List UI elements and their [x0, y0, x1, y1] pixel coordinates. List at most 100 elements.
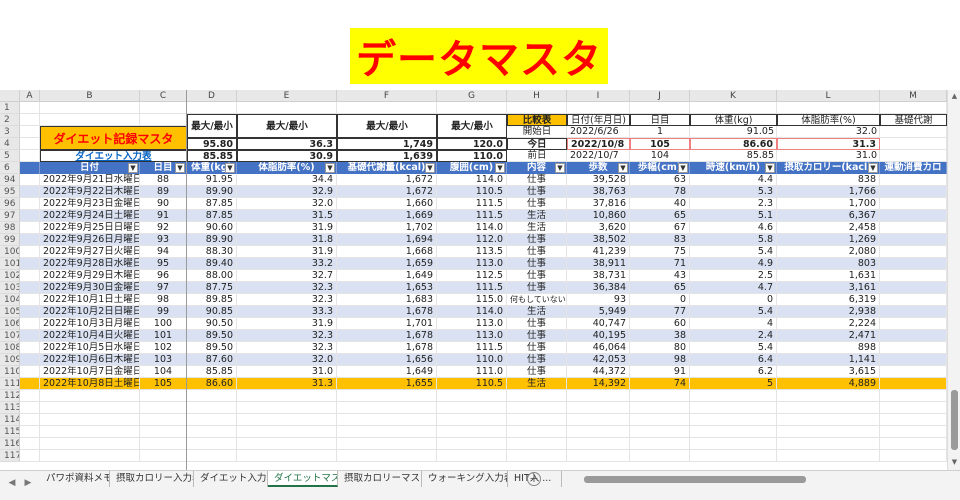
- table-cell-k[interactable]: 1,269: [777, 234, 880, 246]
- table-cell-k[interactable]: 2,471: [777, 330, 880, 342]
- table-header-5[interactable]: 腹囲(cm) ▼: [437, 162, 507, 174]
- empty-cell[interactable]: [507, 438, 567, 450]
- empty-cell[interactable]: [337, 402, 437, 414]
- table-cell-k[interactable]: 6,319: [777, 294, 880, 306]
- table-cell-s[interactable]: 42,053: [567, 354, 630, 366]
- table-cell-date[interactable]: 2022年10月7日金曜日: [40, 366, 140, 378]
- empty-cell[interactable]: [40, 102, 140, 114]
- empty-cell[interactable]: [237, 102, 337, 114]
- empty-cell[interactable]: [237, 426, 337, 438]
- empty-cell[interactable]: [20, 402, 40, 414]
- table-cell-wa[interactable]: 114.0: [437, 306, 507, 318]
- table-cell-date[interactable]: 2022年10月3日月曜日: [40, 318, 140, 330]
- table-cell-wa[interactable]: 112.5: [437, 270, 507, 282]
- table-cell-k[interactable]: 1,766: [777, 186, 880, 198]
- table-cell-extra[interactable]: [880, 258, 947, 270]
- table-cell-f[interactable]: 32.3: [237, 342, 337, 354]
- table-cell-date[interactable]: 2022年10月6日木曜日: [40, 354, 140, 366]
- table-cell-b[interactable]: 1,656: [337, 354, 437, 366]
- table-cell-c[interactable]: 仕事: [507, 258, 567, 270]
- table-cell-w[interactable]: 87.60: [187, 354, 237, 366]
- max-waist[interactable]: 120.0: [437, 138, 507, 150]
- table-cell-date[interactable]: 2022年9月22日木曜日: [40, 186, 140, 198]
- table-cell-f[interactable]: 32.0: [237, 198, 337, 210]
- table-cell-wa[interactable]: 113.0: [437, 258, 507, 270]
- compare-date[interactable]: 2022/10/7: [567, 150, 630, 162]
- table-cell-w[interactable]: 91.95: [187, 174, 237, 186]
- table-cell-date[interactable]: 2022年10月8日土曜日: [40, 378, 140, 390]
- table-cell-day[interactable]: 101: [140, 330, 187, 342]
- table-cell-date[interactable]: 2022年10月2日日曜日: [40, 306, 140, 318]
- empty-cell[interactable]: [187, 390, 237, 402]
- table-cell-c[interactable]: 何もしていない: [507, 294, 567, 306]
- filter-dropdown-icon[interactable]: ▼: [225, 163, 235, 173]
- empty-cell[interactable]: [880, 126, 947, 138]
- table-cell-date[interactable]: 2022年9月30日金曜日: [40, 282, 140, 294]
- sheet-tab-2[interactable]: ダイエット入力表: [194, 471, 268, 487]
- table-cell-sp[interactable]: 5.4: [690, 246, 777, 258]
- table-cell-day[interactable]: 91: [140, 210, 187, 222]
- table-cell-wa[interactable]: 115.0: [437, 294, 507, 306]
- table-cell-st[interactable]: 38: [630, 330, 690, 342]
- filter-dropdown-icon[interactable]: ▼: [618, 163, 628, 173]
- row-number[interactable]: 101: [0, 258, 20, 270]
- row-number[interactable]: 115: [0, 426, 20, 438]
- column-header-c[interactable]: C: [140, 90, 187, 102]
- empty-cell[interactable]: [20, 414, 40, 426]
- table-cell-sp[interactable]: 5.3: [690, 186, 777, 198]
- table-cell-wa[interactable]: 113.5: [437, 246, 507, 258]
- empty-cell[interactable]: [140, 450, 187, 462]
- empty-cell[interactable]: [337, 438, 437, 450]
- table-header-1[interactable]: 日目 ▼: [140, 162, 187, 174]
- table-cell-s[interactable]: 37,816: [567, 198, 630, 210]
- table-cell-b[interactable]: 1,672: [337, 186, 437, 198]
- row-number[interactable]: 95: [0, 186, 20, 198]
- row-number[interactable]: 113: [0, 402, 20, 414]
- table-cell-c[interactable]: 仕事: [507, 186, 567, 198]
- table-cell-sp[interactable]: 4.6: [690, 222, 777, 234]
- filter-dropdown-icon[interactable]: ▼: [325, 163, 335, 173]
- empty-cell[interactable]: [187, 438, 237, 450]
- table-cell-c[interactable]: 仕事: [507, 198, 567, 210]
- table-cell-st[interactable]: 43: [630, 270, 690, 282]
- min-bmr[interactable]: 1,639: [337, 150, 437, 162]
- table-cell-c[interactable]: 生活: [507, 210, 567, 222]
- table-cell-sp[interactable]: 5: [690, 378, 777, 390]
- empty-cell[interactable]: [567, 450, 630, 462]
- compare-label[interactable]: 比較表: [507, 114, 567, 126]
- table-cell-c[interactable]: 仕事: [507, 354, 567, 366]
- empty-cell[interactable]: [237, 438, 337, 450]
- table-cell-day[interactable]: 93: [140, 234, 187, 246]
- empty-cell[interactable]: [437, 450, 507, 462]
- empty-cell[interactable]: [140, 414, 187, 426]
- prev-sheet-icon[interactable]: ◀: [6, 477, 18, 489]
- table-cell-date[interactable]: 2022年9月23日金曜日: [40, 198, 140, 210]
- table-cell-k[interactable]: 898: [777, 342, 880, 354]
- table-cell-date[interactable]: 2022年10月1日土曜日: [40, 294, 140, 306]
- table-cell-wa[interactable]: 111.0: [437, 366, 507, 378]
- row-number[interactable]: 107: [0, 330, 20, 342]
- empty-cell[interactable]: [630, 390, 690, 402]
- table-cell-w[interactable]: 89.85: [187, 294, 237, 306]
- table-cell-c[interactable]: 仕事: [507, 174, 567, 186]
- compare-header[interactable]: 体脂肪率(%): [777, 114, 880, 126]
- filter-dropdown-icon[interactable]: ▼: [765, 163, 775, 173]
- table-cell-f[interactable]: 33.2: [237, 258, 337, 270]
- empty-cell[interactable]: [337, 426, 437, 438]
- table-cell-day[interactable]: 89: [140, 186, 187, 198]
- empty-cell[interactable]: [20, 198, 40, 210]
- table-cell-extra[interactable]: [880, 174, 947, 186]
- table-header-0[interactable]: 日付 ▼: [40, 162, 140, 174]
- compare-row-label[interactable]: 今日: [507, 138, 567, 150]
- table-cell-f[interactable]: 34.4: [237, 174, 337, 186]
- empty-cell[interactable]: [40, 114, 140, 126]
- column-header-j[interactable]: J: [630, 90, 690, 102]
- empty-cell[interactable]: [690, 450, 777, 462]
- table-cell-w[interactable]: 87.85: [187, 198, 237, 210]
- table-cell-c[interactable]: 仕事: [507, 282, 567, 294]
- empty-cell[interactable]: [567, 438, 630, 450]
- table-header-2[interactable]: 体重(kg) ▼: [187, 162, 237, 174]
- row-number[interactable]: 100: [0, 246, 20, 258]
- table-cell-wa[interactable]: 112.0: [437, 234, 507, 246]
- table-cell-f[interactable]: 31.9: [237, 246, 337, 258]
